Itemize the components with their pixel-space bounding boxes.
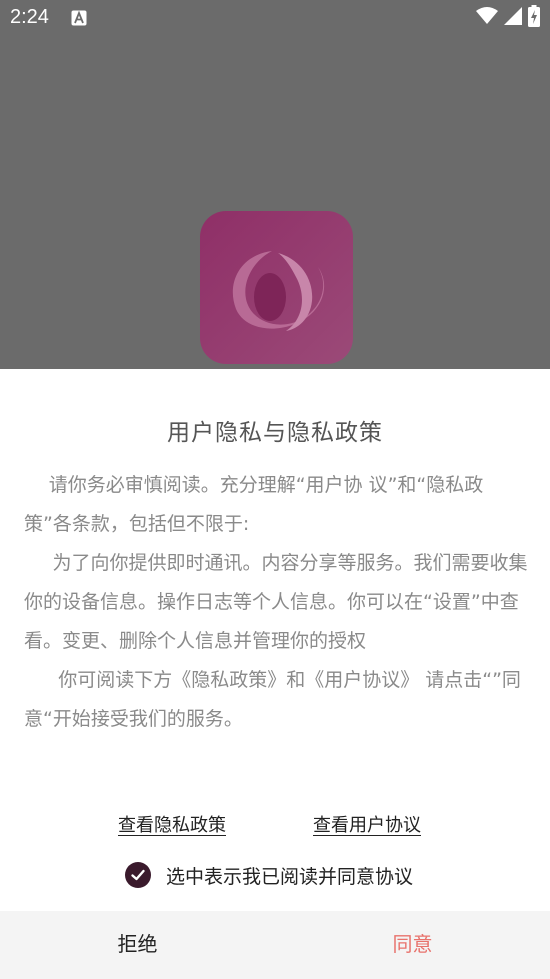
privacy-dialog: 用户隐私与隐私政策 请你务必审慎阅读。充分理解“用户协 议”和“隐私政策”各条款… xyxy=(0,369,550,979)
brand-logo-icon xyxy=(200,211,353,364)
wifi-icon xyxy=(476,7,498,29)
reject-button[interactable]: 拒绝 xyxy=(0,911,275,979)
dialog-actions: 拒绝 同意 xyxy=(0,911,550,979)
dialog-body: 请你务必审慎阅读。充分理解“用户协 议”和“隐私政策”各条款，包括但不限于: 为… xyxy=(24,466,528,739)
policy-links: 查看隐私政策 查看用户协议 xyxy=(0,811,550,841)
signal-icon xyxy=(504,7,522,29)
consent-checkbox[interactable] xyxy=(125,862,151,888)
consent-row: 选中表示我已阅读并同意协议 xyxy=(125,861,413,889)
agree-button[interactable]: 同意 xyxy=(275,911,550,979)
consent-label: 选中表示我已阅读并同意协议 xyxy=(166,865,414,888)
status-icons xyxy=(476,5,540,31)
view-privacy-policy-link[interactable]: 查看隐私政策 xyxy=(118,811,226,837)
battery-charging-icon xyxy=(528,5,540,31)
font-a-icon xyxy=(71,10,87,26)
paragraph-intro: 请你务必审慎阅读。充分理解“用户协 议”和“隐私政策”各条款，包括但不限于: xyxy=(24,474,484,535)
paragraph-consent-instructions: 你可阅读下方《隐私政策》和《用户协议》 请点击“”同意“开始接受我们的服务。 xyxy=(24,669,521,730)
view-user-agreement-link[interactable]: 查看用户协议 xyxy=(313,811,421,837)
status-time: 2:24 xyxy=(10,6,49,28)
status-bar: 2:24 xyxy=(0,0,550,36)
checkmark-icon xyxy=(131,869,145,881)
dialog-title: 用户隐私与隐私政策 xyxy=(167,420,383,446)
paragraph-data-collection: 为了向你提供即时通讯。内容分享等服务。我们需要收集你的设备信息。操作日志等个人信… xyxy=(24,552,528,652)
